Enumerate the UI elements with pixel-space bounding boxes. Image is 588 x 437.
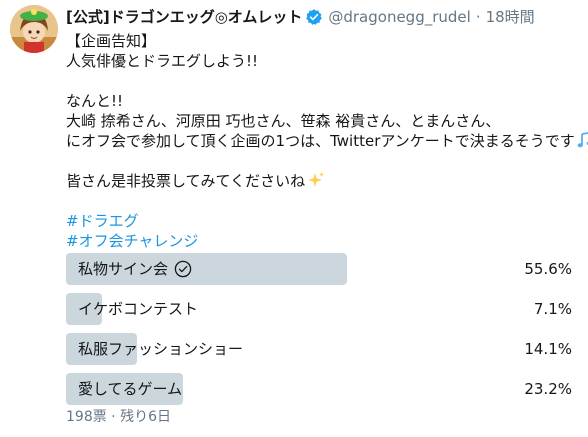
tweet-header: [公式]ドラゴンエッグ◎オムレット @dragonegg_rudel · 18時… bbox=[66, 6, 535, 28]
tweet-line: 大崎 捺希さん、河原田 巧也さん、笹森 裕貴さん、とまんさん、 bbox=[66, 112, 501, 130]
poll-option-label: 愛してるゲーム bbox=[78, 380, 183, 398]
poll-option-label: 私服ファッションショー bbox=[78, 340, 244, 358]
poll-option-label-group: 愛してるゲーム bbox=[78, 373, 182, 405]
tweet-line-text: 皆さん是非投票してみてくださいね bbox=[66, 172, 306, 190]
poll-option: 私服ファッションショー 14.1% bbox=[66, 333, 572, 365]
poll-option-label-group: イケボコンテスト bbox=[78, 293, 198, 325]
tweet-timestamp[interactable]: 18時間 bbox=[486, 7, 535, 27]
tweet-line-with-emoji: 皆さん是非投票してみてくださいね bbox=[66, 171, 578, 191]
tweet-line-text: にオフ会で参加して頂く企画の1つは、Twitterアンケートで決まるそうです bbox=[66, 132, 575, 150]
poll-option: イケボコンテスト 7.1% bbox=[66, 293, 572, 325]
checkmark-circle-icon bbox=[174, 260, 192, 278]
tweet-card: [公式]ドラゴンエッグ◎オムレット @dragonegg_rudel · 18時… bbox=[0, 0, 588, 437]
poll: 私物サイン会 55.6% イケボコンテスト 7.1% 私服ファッションショー 14.1% 愛… bbox=[66, 253, 572, 413]
tweet-line: 【企画告知】 bbox=[66, 32, 157, 50]
poll-option: 私物サイン会 55.6% bbox=[66, 253, 572, 285]
avatar-character-icon bbox=[10, 5, 58, 53]
hashtag-link[interactable]: #オフ会チャレンジ bbox=[66, 231, 578, 251]
avatar[interactable] bbox=[10, 5, 58, 53]
tweet-line: なんと!! bbox=[66, 92, 124, 110]
poll-option: 愛してるゲーム 23.2% bbox=[66, 373, 572, 405]
poll-option-label: 私物サイン会 bbox=[78, 260, 169, 278]
tweet-line: 人気俳優とドラエグしよう!! bbox=[66, 52, 259, 70]
poll-option-label-group: 私服ファッションショー bbox=[78, 333, 243, 365]
poll-option-label-group: 私物サイン会 bbox=[78, 253, 192, 285]
musical-notes-icon bbox=[576, 131, 588, 149]
poll-option-percent: 23.2% bbox=[524, 380, 572, 398]
poll-option-percent: 7.1% bbox=[533, 300, 572, 318]
poll-option-percent: 14.1% bbox=[524, 340, 572, 358]
separator-dot: · bbox=[475, 8, 481, 26]
display-name[interactable]: [公式]ドラゴンエッグ◎オムレット bbox=[66, 7, 302, 27]
sparkles-icon bbox=[307, 171, 325, 189]
hashtag-link[interactable]: #ドラエグ bbox=[66, 211, 578, 231]
poll-option-percent: 55.6% bbox=[524, 260, 572, 278]
verified-badge-icon bbox=[305, 8, 323, 26]
poll-option-label: イケボコンテスト bbox=[78, 300, 199, 318]
poll-meta: 198票 · 残り6日 bbox=[66, 409, 171, 425]
tweet-line-with-emoji: にオフ会で参加して頂く企画の1つは、Twitterアンケートで決まるそうです bbox=[66, 131, 588, 151]
tweet-text: 【企画告知】 人気俳優とドラエグしよう!! なんと!! 大崎 捺希さん、河原田 … bbox=[66, 31, 588, 251]
user-handle[interactable]: @dragonegg_rudel bbox=[328, 7, 470, 27]
